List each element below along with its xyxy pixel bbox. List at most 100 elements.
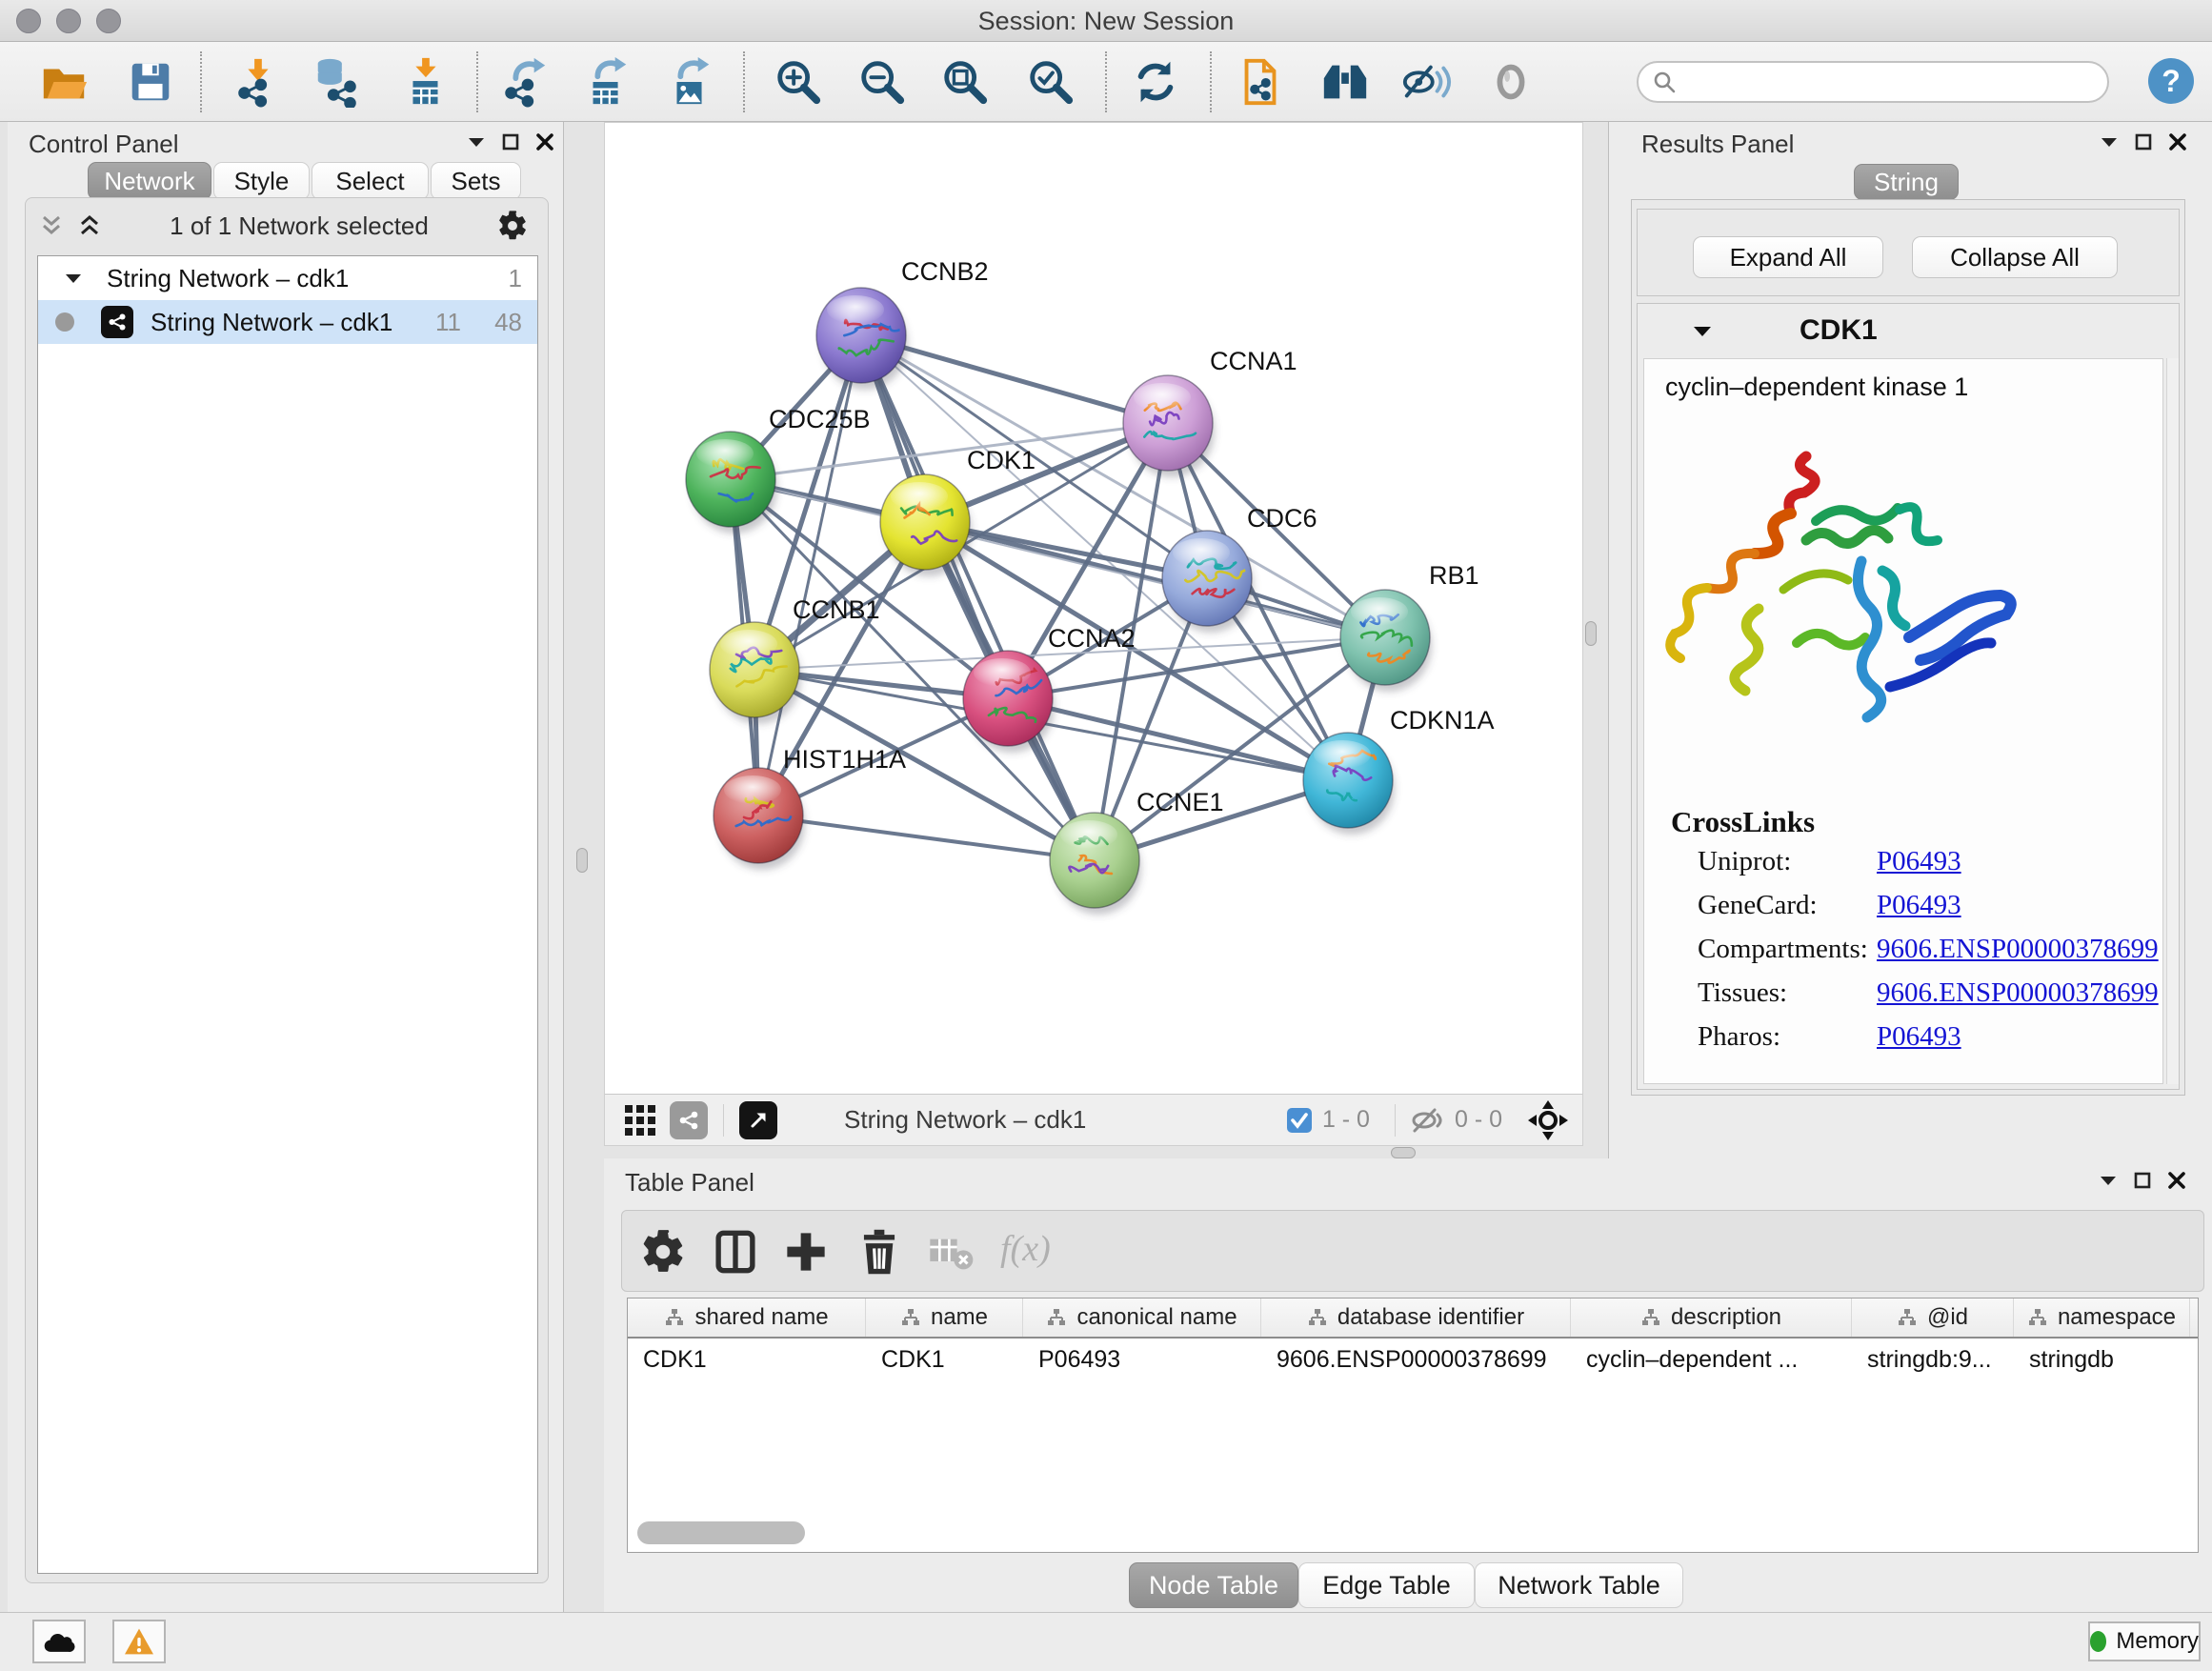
help-button[interactable]: ? bbox=[2146, 56, 2196, 106]
warning-status-button[interactable] bbox=[112, 1620, 166, 1663]
network-edge[interactable] bbox=[758, 815, 1095, 860]
tab-select[interactable]: Select bbox=[312, 162, 429, 200]
column-header-description[interactable]: description bbox=[1571, 1299, 1852, 1337]
tab-network[interactable]: Network bbox=[88, 162, 211, 200]
import-table-icon[interactable] bbox=[399, 56, 451, 108]
tab-sets[interactable]: Sets bbox=[431, 162, 521, 200]
network-row-selected[interactable]: String Network – cdk1 11 48 bbox=[38, 300, 537, 344]
hide-selected-icon[interactable] bbox=[1400, 56, 1452, 108]
crosslink-link[interactable]: 9606.ENSP00000378699 bbox=[1877, 977, 2159, 1009]
column-header-database-identifier[interactable]: database identifier bbox=[1261, 1299, 1571, 1337]
column-header-canonical-name[interactable]: canonical name bbox=[1023, 1299, 1261, 1337]
network-node-ccne1[interactable] bbox=[1050, 813, 1141, 915]
column-header-name[interactable]: name bbox=[866, 1299, 1023, 1337]
collapse-all-icon[interactable] bbox=[39, 213, 64, 238]
export-network-icon[interactable] bbox=[499, 56, 551, 108]
import-network-icon[interactable] bbox=[231, 56, 283, 108]
crosslink-link[interactable]: P06493 bbox=[1877, 846, 1961, 877]
table-cell[interactable]: cyclin–dependent ... bbox=[1571, 1346, 1852, 1374]
table-cell[interactable]: stringdb bbox=[2014, 1346, 2190, 1374]
right-splitter-handle[interactable] bbox=[1585, 621, 1597, 646]
table-options-gear-icon[interactable] bbox=[639, 1228, 687, 1276]
birds-eye-view-icon[interactable] bbox=[739, 1101, 777, 1139]
gene-section-header[interactable]: CDK1 bbox=[1638, 304, 2179, 357]
expand-all-icon[interactable] bbox=[77, 213, 102, 238]
function-builder-icon[interactable]: f(x) bbox=[1000, 1228, 1076, 1276]
close-panel-icon[interactable] bbox=[536, 133, 553, 151]
save-session-icon[interactable] bbox=[125, 56, 176, 108]
bottom-splitter-handle[interactable] bbox=[1391, 1147, 1416, 1158]
crosslink-link[interactable]: P06493 bbox=[1877, 890, 1961, 921]
network-node-cdk1[interactable] bbox=[880, 474, 972, 576]
network-options-gear-icon[interactable] bbox=[496, 210, 529, 242]
panel-menu-icon[interactable] bbox=[2100, 1175, 2117, 1186]
network-node-cdc6[interactable] bbox=[1162, 531, 1254, 633]
search-objects-icon[interactable] bbox=[1319, 56, 1371, 108]
tab-style[interactable]: Style bbox=[213, 162, 310, 200]
open-session-icon[interactable] bbox=[38, 56, 90, 108]
collapse-all-button[interactable]: Collapse All bbox=[1912, 236, 2118, 278]
crosslink-link[interactable]: 9606.ENSP00000378699 bbox=[1877, 934, 2159, 965]
selected-checkbox-icon[interactable] bbox=[1286, 1107, 1313, 1134]
zoom-in-icon[interactable] bbox=[773, 56, 824, 108]
panel-menu-icon[interactable] bbox=[2101, 136, 2118, 148]
network-view[interactable]: CCNB2CCNA1CDC25BCDK1CDC6RB1CCNB1CCNA2CDK… bbox=[604, 122, 1583, 1146]
tab-string[interactable]: String bbox=[1854, 164, 1959, 200]
network-node-ccna1[interactable] bbox=[1123, 375, 1215, 477]
hidden-items-icon[interactable] bbox=[1411, 1106, 1445, 1135]
table-cell[interactable]: CDK1 bbox=[628, 1346, 866, 1374]
collapse-section-icon[interactable] bbox=[1693, 325, 1712, 337]
table-cell[interactable]: 9606.ENSP00000378699 bbox=[1261, 1346, 1571, 1374]
column-header--id[interactable]: @id bbox=[1852, 1299, 2014, 1337]
close-panel-icon[interactable] bbox=[2169, 133, 2186, 151]
left-splitter-handle[interactable] bbox=[576, 848, 588, 873]
network-node-cdc25b[interactable] bbox=[686, 432, 777, 534]
column-header-namespace[interactable]: namespace bbox=[2014, 1299, 2190, 1337]
table-cell[interactable]: stringdb:9... bbox=[1852, 1346, 2014, 1374]
close-panel-icon[interactable] bbox=[2168, 1172, 2185, 1189]
zoom-out-icon[interactable] bbox=[856, 56, 908, 108]
network-node-hist1h1a[interactable] bbox=[714, 768, 805, 870]
results-scrollbar[interactable] bbox=[2166, 358, 2179, 1084]
column-header-shared-name[interactable]: shared name bbox=[628, 1299, 866, 1337]
memory-button[interactable]: Memory bbox=[2088, 1621, 2201, 1661]
network-node-cdkn1a[interactable] bbox=[1303, 733, 1395, 835]
delete-column-icon[interactable] bbox=[855, 1228, 903, 1276]
float-panel-icon[interactable] bbox=[2134, 1172, 2151, 1189]
table-row[interactable]: CDK1CDK1P064939606.ENSP00000378699cyclin… bbox=[628, 1339, 2198, 1380]
network-collection-row[interactable]: String Network – cdk1 1 bbox=[38, 256, 537, 300]
zoom-fit-icon[interactable] bbox=[939, 56, 991, 108]
tab-network-table[interactable]: Network Table bbox=[1475, 1562, 1683, 1608]
network-node-ccnb2[interactable] bbox=[816, 288, 911, 390]
panel-menu-icon[interactable] bbox=[468, 136, 485, 148]
zoom-selected-icon[interactable] bbox=[1025, 56, 1076, 108]
grid-view-icon[interactable] bbox=[624, 1104, 656, 1137]
export-image-icon[interactable] bbox=[664, 56, 715, 108]
show-graphics-details-icon[interactable] bbox=[1485, 56, 1537, 108]
network-edge[interactable] bbox=[1008, 698, 1348, 780]
table-cell[interactable]: P06493 bbox=[1023, 1346, 1261, 1374]
table-cell[interactable]: CDK1 bbox=[866, 1346, 1023, 1374]
network-view-mode-icon[interactable] bbox=[670, 1101, 708, 1139]
float-panel-icon[interactable] bbox=[502, 133, 519, 151]
tree-expand-icon[interactable] bbox=[65, 272, 82, 284]
expand-all-button[interactable]: Expand All bbox=[1693, 236, 1883, 278]
crosslink-link[interactable]: P06493 bbox=[1877, 1021, 1961, 1053]
import-network-from-database-icon[interactable] bbox=[312, 56, 363, 108]
export-table-icon[interactable] bbox=[581, 56, 633, 108]
network-node-ccnb1[interactable] bbox=[710, 622, 801, 724]
show-columns-icon[interactable] bbox=[712, 1228, 759, 1276]
network-canvas[interactable]: CCNB2CCNA1CDC25BCDK1CDC6RB1CCNB1CCNA2CDK… bbox=[605, 123, 1582, 1094]
tab-node-table[interactable]: Node Table bbox=[1129, 1562, 1298, 1608]
tab-edge-table[interactable]: Edge Table bbox=[1298, 1562, 1475, 1608]
network-node-rb1[interactable] bbox=[1340, 590, 1432, 692]
search-input[interactable] bbox=[1690, 64, 2094, 100]
float-panel-icon[interactable] bbox=[2135, 133, 2152, 151]
network-edge[interactable] bbox=[861, 335, 1095, 860]
delete-table-icon[interactable] bbox=[927, 1228, 975, 1276]
horizontal-scrollbar[interactable] bbox=[637, 1521, 805, 1544]
create-column-icon[interactable] bbox=[782, 1228, 830, 1276]
pan-crosshair-icon[interactable] bbox=[1527, 1099, 1569, 1141]
search-field[interactable] bbox=[1637, 61, 2109, 103]
annotation-file-icon[interactable] bbox=[1235, 56, 1286, 108]
